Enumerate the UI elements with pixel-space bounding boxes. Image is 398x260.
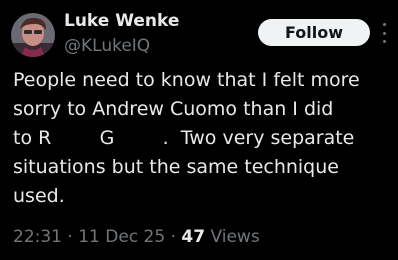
tweet-line: situations but the same technique [13,156,339,178]
user-handle[interactable]: @KLukeIQ [64,36,150,56]
tweet-text: People need to know that I felt more sor… [13,66,393,211]
avatar[interactable] [11,13,55,57]
more-dot [382,40,386,43]
tweet-meta: 22:31 · 11 Dec 25 · 47 Views [13,227,260,247]
display-name[interactable]: Luke Wenke [64,11,179,31]
meta-separator: · [67,227,73,247]
more-vertical-icon[interactable] [380,23,388,43]
tweet-line: People need to know that I felt more [13,69,360,91]
tweet-line: sorry to Andrew Cuomo than I did [13,98,334,120]
views-label: Views [210,227,260,247]
meta-separator: · [170,227,176,247]
more-dot [382,31,386,35]
avatar-image [11,13,55,57]
tweet-line: to R G . Two very separate [13,127,355,149]
tweet-date[interactable]: 11 Dec 25 [78,227,165,247]
more-dot [382,23,386,26]
views-count: 47 [181,227,206,247]
tweet-time[interactable]: 22:31 [13,227,62,247]
tweet-line: used. [13,185,65,207]
follow-button[interactable]: Follow [258,19,370,46]
